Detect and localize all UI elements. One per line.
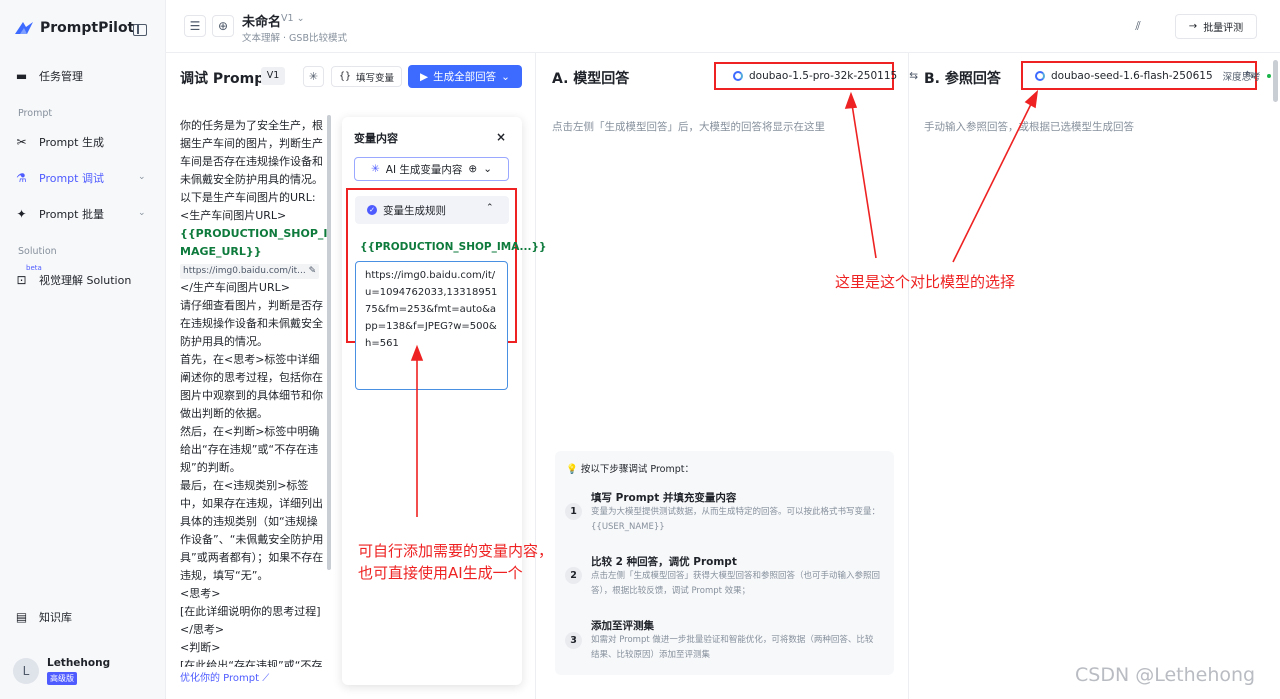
annotation-arrows	[410, 89, 1039, 517]
watermark: CSDN @Lethehong	[1075, 664, 1256, 686]
annotation-variable-note-2: 也可直接使用AI生成一个	[358, 564, 523, 582]
annotation-model-choice: 这里是这个对比模型的选择	[835, 273, 1016, 291]
annotation-variable-note-1: 可自行添加需要的变量内容，	[358, 542, 554, 560]
